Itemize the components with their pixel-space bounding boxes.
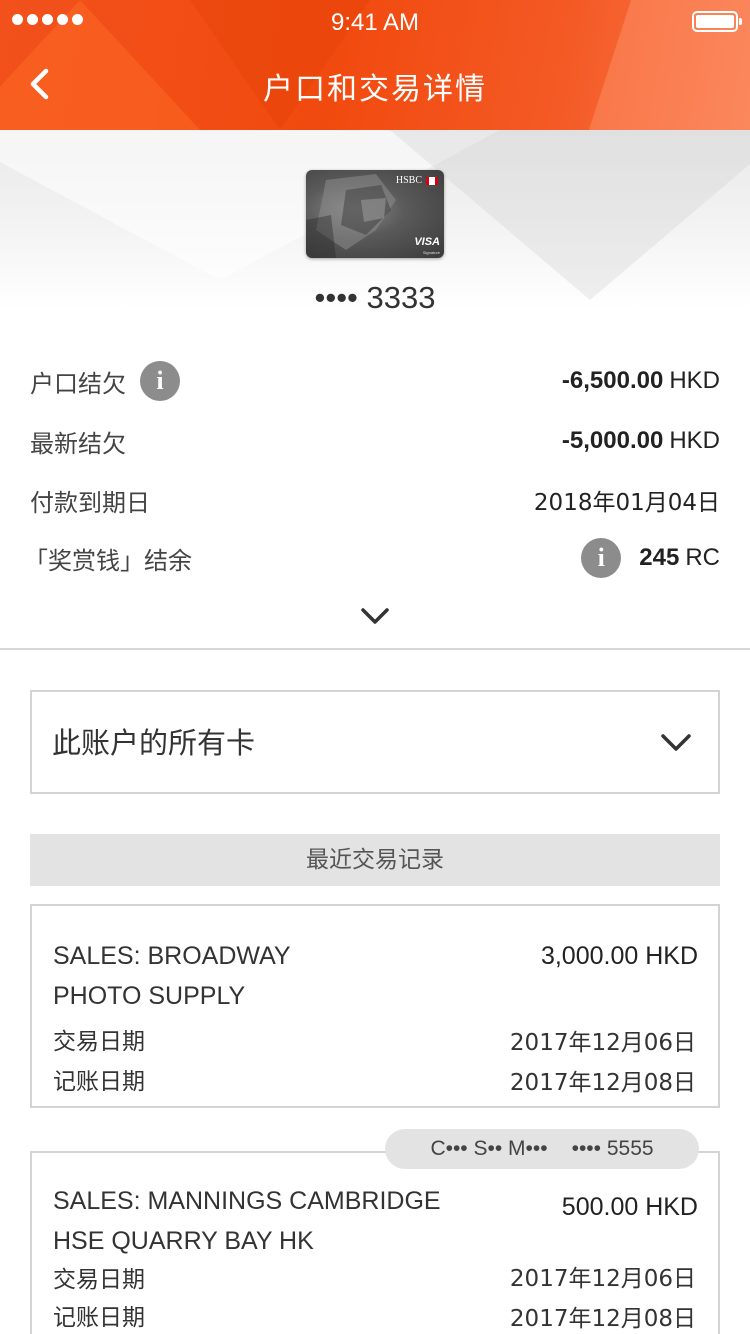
posting-date: 2017年12月08日	[509, 1070, 696, 1096]
transaction-amount: 500.00 HKD	[561, 1193, 698, 1221]
card-holder-number: •••• 5555	[571, 1137, 654, 1160]
hexagon-logo-icon	[426, 176, 438, 185]
card-holder-name: C••• S•• M•••	[430, 1137, 548, 1160]
all-cards-dropdown[interactable]: 此账户的所有卡	[30, 690, 720, 794]
card-number: •••• 3333	[314, 280, 436, 315]
posting-date-label: 记账日期	[53, 1305, 145, 1331]
rewards-row: 「奖赏钱」结余 i 245 RC	[24, 536, 720, 580]
rewards-value: i 245 RC	[581, 538, 720, 578]
expand-summary-button[interactable]	[355, 600, 395, 630]
recent-transactions-header: 最近交易记录	[30, 834, 720, 886]
app-header: 9:41 AM 户口和交易详情	[0, 0, 750, 130]
info-icon[interactable]: i	[140, 361, 180, 401]
transaction-date: 2017年12月06日	[509, 1030, 696, 1056]
card-holder-badge: C••• S•• M••• •••• 5555	[385, 1129, 699, 1169]
chevron-down-icon	[661, 734, 691, 751]
due-date-row: 付款到期日 2018年01月04日	[30, 478, 720, 522]
transaction-merchant: SALES: BROADWAY PHOTO SUPPLY	[53, 942, 291, 1010]
due-date-value: 2018年01月04日	[533, 490, 720, 516]
account-balance-label: 户口结欠	[30, 369, 126, 398]
account-balance-row: 户口结欠 i -6,500.00 HKD	[30, 359, 720, 403]
battery-icon	[692, 11, 742, 32]
chevron-down-icon	[361, 608, 389, 624]
posting-date: 2017年12月08日	[509, 1306, 696, 1332]
latest-balance-row: 最新结欠 -5,000.00 HKD	[30, 419, 720, 463]
transaction-date-label: 交易日期	[53, 1029, 145, 1055]
transaction-amount: 3,000.00 HKD	[540, 942, 698, 970]
account-balance-value: -6,500.00 HKD	[561, 367, 720, 394]
latest-balance-value: -5,000.00 HKD	[561, 427, 720, 454]
page-title: 户口和交易详情	[263, 72, 487, 107]
credit-card-image: HSBC VISA Signature	[306, 170, 444, 258]
info-icon[interactable]: i	[581, 538, 622, 578]
posting-date-label: 记账日期	[53, 1069, 145, 1095]
transaction-item[interactable]: SALES: BROADWAY PHOTO SUPPLY 3,000.00 HK…	[30, 904, 720, 1108]
visa-tier: Signature	[422, 250, 440, 255]
due-date-label: 付款到期日	[30, 488, 150, 517]
rewards-label: 「奖赏钱」结余	[24, 546, 192, 575]
status-bar: 9:41 AM	[0, 0, 750, 44]
transaction-date: 2017年12月06日	[509, 1266, 696, 1292]
transaction-item[interactable]: SALES: MANNINGS CAMBRIDGE HSE QUARRY BAY…	[30, 1151, 720, 1334]
card-banner: HSBC VISA Signature •••• 3333	[0, 130, 750, 340]
status-time: 9:41 AM	[330, 9, 420, 36]
visa-logo: VISA	[414, 236, 440, 248]
transaction-date-label: 交易日期	[53, 1267, 145, 1293]
all-cards-label: 此账户的所有卡	[52, 726, 256, 760]
latest-balance-label: 最新结欠	[30, 429, 126, 458]
divider	[0, 648, 750, 650]
transaction-merchant: SALES: MANNINGS CAMBRIDGE HSE QUARRY BAY…	[53, 1187, 441, 1255]
bank-logo: HSBC	[396, 175, 438, 186]
